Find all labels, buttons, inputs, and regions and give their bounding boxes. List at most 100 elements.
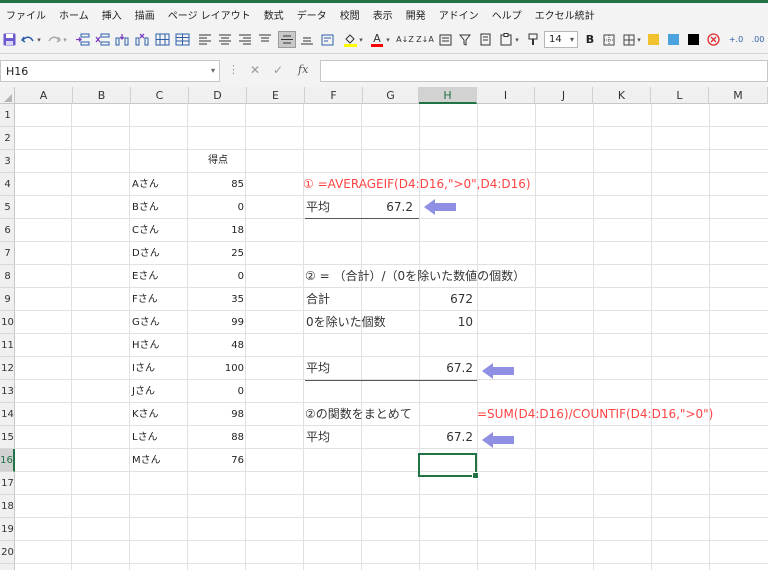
yellow-fill-icon[interactable] — [646, 31, 660, 48]
method3-average-value[interactable]: 67.2 — [419, 426, 473, 449]
tab-page-layout[interactable]: ページ レイアウト — [168, 7, 251, 22]
column-header-d[interactable]: D — [189, 87, 247, 104]
tab-review[interactable]: 校閲 — [340, 7, 360, 22]
insert-function-icon[interactable]: fx — [298, 63, 308, 76]
row-header-19[interactable]: 19 — [0, 518, 15, 541]
method2-average-value[interactable]: 67.2 — [419, 357, 473, 380]
column-header-b[interactable]: B — [73, 87, 131, 104]
row-header-18[interactable]: 18 — [0, 495, 15, 518]
table-row-score[interactable]: 76 — [189, 449, 244, 472]
table-row-score[interactable]: 85 — [189, 173, 244, 196]
sort-descending-icon[interactable]: Z↓A — [416, 31, 434, 48]
tab-home[interactable]: ホーム — [59, 7, 89, 22]
column-header-e[interactable]: E — [247, 87, 305, 104]
row-header-15[interactable]: 15 — [0, 426, 15, 449]
tab-insert[interactable]: 挿入 — [102, 7, 122, 22]
table-row-name[interactable]: Eさん — [131, 265, 187, 288]
table-row-score[interactable]: 18 — [189, 219, 244, 242]
row-header-8[interactable]: 8 — [0, 265, 15, 288]
all-borders-icon[interactable] — [622, 31, 636, 48]
table-row-score[interactable]: 98 — [189, 403, 244, 426]
table-row-name[interactable]: Gさん — [131, 311, 187, 334]
column-header-k[interactable]: K — [593, 87, 651, 104]
table-row-score[interactable]: 25 — [189, 242, 244, 265]
averageif-formula-text[interactable]: ① =AVERAGEIF(D4:D16,">0",D4:D16) — [303, 173, 531, 196]
row-header-10[interactable]: 10 — [0, 311, 15, 334]
table-row-score[interactable]: 100 — [189, 357, 244, 380]
fill-color-dropdown-icon[interactable]: ▾ — [358, 31, 364, 48]
row-header-20[interactable]: 20 — [0, 541, 15, 564]
row-header-4[interactable]: 4 — [0, 173, 15, 196]
column-header-h[interactable]: H — [419, 87, 477, 104]
nonzero-count-value[interactable]: 10 — [419, 311, 473, 334]
score-header[interactable]: 得点 — [189, 149, 247, 172]
save-icon[interactable] — [2, 31, 16, 48]
increase-decimal-icon[interactable]: +.0 — [728, 31, 744, 48]
fill-color-icon[interactable] — [342, 31, 358, 48]
sort-ascending-icon[interactable]: A↓Z — [396, 31, 414, 48]
align-left-icon[interactable] — [198, 31, 212, 48]
formula-bar-handle-icon[interactable]: ⋮ — [228, 63, 239, 76]
table-row-score[interactable]: 0 — [189, 380, 244, 403]
column-header-a[interactable]: A — [15, 87, 73, 104]
column-header-j[interactable]: J — [535, 87, 593, 104]
font-size-select[interactable]: 14 ▾ — [544, 31, 578, 48]
row-header-7[interactable]: 7 — [0, 242, 15, 265]
method3-title[interactable]: ②の関数をまとめて — [305, 403, 412, 426]
table-icon[interactable] — [174, 31, 190, 48]
row-header-12[interactable]: 12 — [0, 357, 15, 380]
table-row-name[interactable]: Fさん — [131, 288, 187, 311]
table-row-score[interactable]: 99 — [189, 311, 244, 334]
table-row-name[interactable]: Aさん — [131, 173, 187, 196]
formula-input[interactable] — [320, 60, 768, 82]
blue-fill-icon[interactable] — [666, 31, 680, 48]
redo-icon[interactable] — [46, 31, 62, 48]
sum-value[interactable]: 672 — [419, 288, 473, 311]
undo-icon[interactable] — [20, 31, 36, 48]
tab-help[interactable]: ヘルプ — [492, 7, 522, 22]
row-header-13[interactable]: 13 — [0, 380, 15, 403]
align-bottom-icon[interactable] — [300, 31, 314, 48]
select-all-button[interactable] — [0, 87, 15, 104]
table-row-score[interactable]: 0 — [189, 265, 244, 288]
row-header-5[interactable]: 5 — [0, 196, 15, 219]
table-row-name[interactable]: Lさん — [131, 426, 187, 449]
table-row-name[interactable]: Cさん — [131, 219, 187, 242]
tab-formulas[interactable]: 数式 — [264, 7, 284, 22]
undo-dropdown-icon[interactable]: ▾ — [36, 31, 42, 48]
tab-developer[interactable]: 開発 — [406, 7, 426, 22]
table-row-name[interactable]: Hさん — [131, 334, 187, 357]
form-icon[interactable] — [438, 31, 452, 48]
align-center-icon[interactable] — [218, 31, 232, 48]
active-cell-h16[interactable] — [418, 453, 479, 479]
sum-label[interactable]: 合計 — [306, 288, 330, 311]
column-header-i[interactable]: I — [477, 87, 535, 104]
wrap-text-icon[interactable] — [320, 31, 334, 48]
column-header-f[interactable]: F — [305, 87, 363, 104]
merge-cells-icon[interactable] — [154, 31, 170, 48]
tab-file[interactable]: ファイル — [6, 7, 46, 22]
tab-data[interactable]: データ — [297, 7, 327, 22]
method3-average-label[interactable]: 平均 — [306, 426, 330, 449]
method1-average-label[interactable]: 平均 — [306, 196, 330, 219]
row-header-1[interactable]: 1 — [0, 104, 15, 127]
table-row-name[interactable]: Bさん — [131, 196, 187, 219]
paste-dropdown-icon[interactable]: ▾ — [514, 31, 520, 48]
sum-countif-formula-text[interactable]: =SUM(D4:D16)/COUNTIF(D4:D16,">0") — [477, 403, 713, 426]
format-painter-icon[interactable] — [526, 31, 540, 48]
paste-icon[interactable] — [498, 31, 514, 48]
font-color-dropdown-icon[interactable]: ▾ — [385, 31, 391, 48]
bold-button[interactable]: B — [584, 31, 596, 48]
tab-view[interactable]: 表示 — [373, 7, 393, 22]
cancel-icon[interactable] — [706, 31, 720, 48]
column-header-l[interactable]: L — [651, 87, 709, 104]
row-header-2[interactable]: 2 — [0, 127, 15, 150]
enter-formula-icon[interactable]: ✓ — [273, 63, 283, 77]
column-header-c[interactable]: C — [131, 87, 189, 104]
row-header-14[interactable]: 14 — [0, 403, 15, 426]
tab-excel-stats[interactable]: エクセル統計 — [535, 7, 595, 22]
decrease-decimal-icon[interactable]: .00 — [750, 31, 766, 48]
table-row-name[interactable]: Iさん — [131, 357, 187, 380]
row-header-11[interactable]: 11 — [0, 334, 15, 357]
tab-draw[interactable]: 描画 — [135, 7, 155, 22]
